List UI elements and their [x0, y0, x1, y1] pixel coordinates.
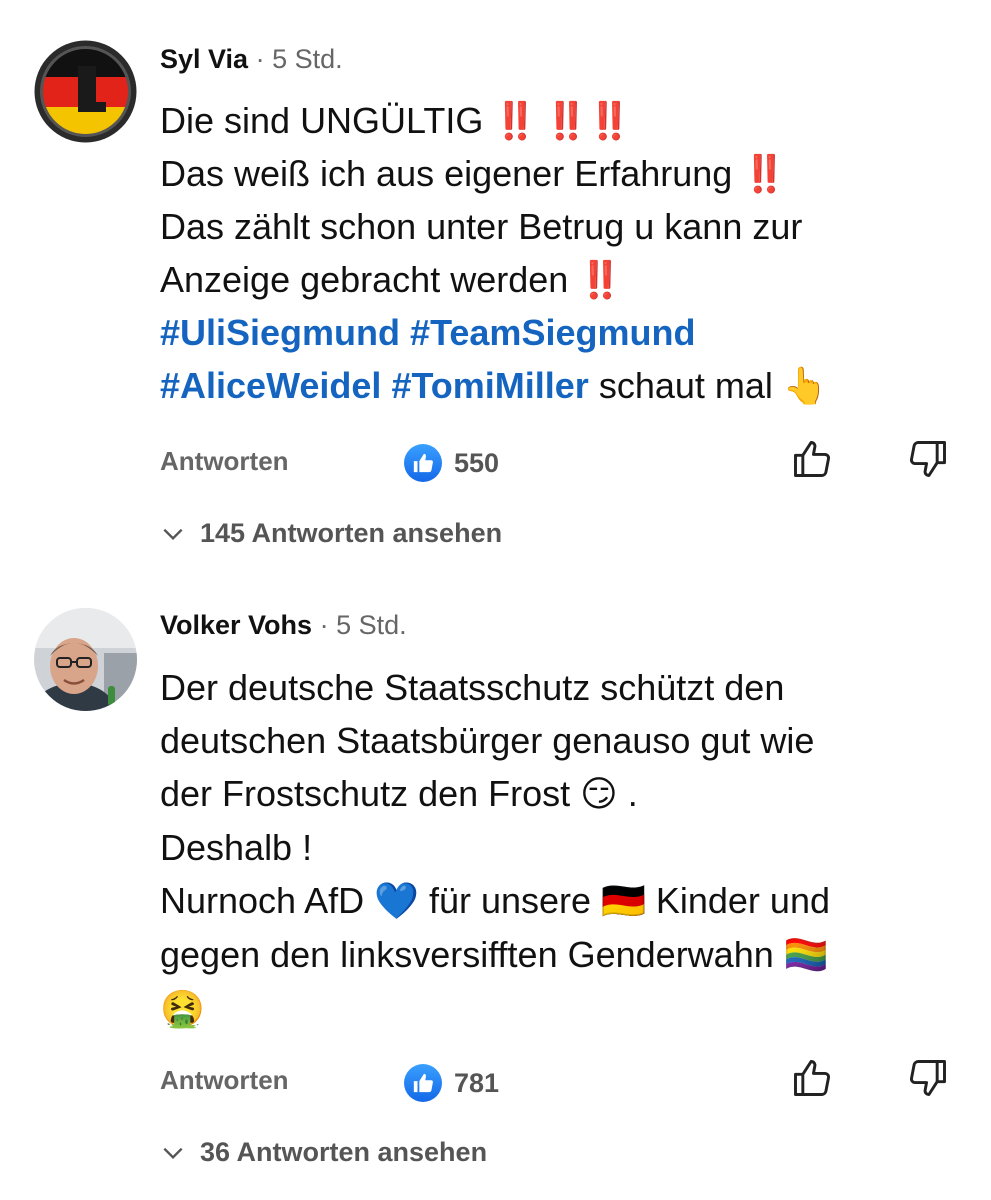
comment-line: gegen den linksversifften Genderwahn 🏳️‍…: [160, 928, 960, 982]
comment: Syl Via · 5 Std. Die sind UNGÜLTIG ‼️ ‼️…: [0, 0, 991, 580]
emoji: 👆: [782, 366, 828, 407]
view-replies-label: 145 Antworten ansehen: [200, 518, 503, 548]
double-exclamation-emoji: ‼️ ‼️‼️: [493, 100, 631, 141]
like-count: 550: [454, 447, 500, 478]
timestamp: 5 Std.: [336, 610, 407, 640]
comment-header: Syl Via · 5 Std.: [160, 44, 343, 75]
comment-body: Der deutsche Staatsschutz schützt den deu…: [160, 661, 960, 1036]
thumb-down-outline-icon[interactable]: [906, 1056, 950, 1100]
comment-text: Nurnoch AfD: [160, 880, 375, 921]
comment-line: Der deutsche Staatsschutz schützt den: [160, 661, 960, 714]
comment: Volker Vohs · 5 Std. Der deutsche Staats…: [0, 580, 991, 1200]
comment-text: Die sind UNGÜLTIG: [160, 100, 494, 141]
comment-text: für unsere: [418, 880, 602, 921]
comment-line: Die sind UNGÜLTIG ‼️ ‼️‼️: [160, 94, 960, 147]
view-replies-button[interactable]: 145 Antworten ansehen: [160, 518, 502, 549]
avatar-image: [34, 40, 137, 143]
view-replies-button[interactable]: 36 Antworten ansehen: [160, 1137, 487, 1168]
comment-line: Deshalb !: [160, 821, 960, 874]
comment-text: schaut mal: [588, 365, 783, 406]
double-exclamation-emoji: ‼️: [578, 259, 623, 300]
comment-line: deutschen Staatsbürger genauso gut wie: [160, 714, 960, 767]
comment-text: Kinder und: [645, 880, 830, 921]
comment-line: Das weiß ich aus eigener Erfahrung ‼️: [160, 147, 960, 200]
comment-line: Nurnoch AfD 💙 für unsere 🇩🇪 Kinder und: [160, 874, 960, 928]
comment-line: #UliSiegmund #TeamSiegmund: [160, 306, 960, 359]
emoji: 😏: [580, 774, 618, 815]
double-exclamation-emoji: ‼️: [742, 153, 787, 194]
emoji: 🇩🇪: [601, 881, 646, 922]
like-summary[interactable]: 781: [404, 1063, 499, 1103]
reply-button[interactable]: Antworten: [160, 446, 289, 477]
separator-dot: ·: [319, 610, 337, 640]
comment-text: [381, 365, 391, 406]
avatar[interactable]: [34, 608, 137, 711]
thumbs-up-icon: [404, 1064, 442, 1102]
emoji: 🤮: [160, 989, 205, 1030]
comment-line: Das zählt schon unter Betrug u kann zur: [160, 200, 960, 253]
avatar-image: [34, 608, 137, 711]
like-summary[interactable]: 550: [404, 443, 499, 483]
comment-text: Das weiß ich aus eigener Erfahrung: [160, 153, 743, 194]
comment-text: [400, 312, 410, 353]
comment-text: deutschen Staatsbürger genauso gut wie: [160, 720, 815, 761]
comment-line: Anzeige gebracht werden ‼️: [160, 253, 960, 306]
comment-line: #AliceWeidel #TomiMiller schaut mal 👆: [160, 359, 960, 413]
chevron-down-icon: [163, 528, 183, 540]
hashtag-link[interactable]: #TeamSiegmund: [410, 312, 695, 353]
emoji: 💙: [374, 881, 419, 922]
thumb-up-outline-icon[interactable]: [790, 1056, 834, 1100]
comment-line: der Frostschutz den Frost 😏 .: [160, 767, 960, 821]
author-name[interactable]: Volker Vohs: [160, 610, 312, 640]
comment-text: Der deutsche Staatsschutz schützt den: [160, 667, 785, 708]
thumbs-up-icon: [404, 444, 442, 482]
emoji: 🏳️‍🌈: [783, 935, 829, 976]
timestamp: 5 Std.: [272, 44, 343, 74]
avatar[interactable]: [34, 40, 137, 143]
thumb-down-outline-icon[interactable]: [906, 437, 950, 481]
comment-header: Volker Vohs · 5 Std.: [160, 610, 407, 641]
reply-button[interactable]: Antworten: [160, 1065, 289, 1096]
chevron-down-icon: [163, 1147, 183, 1159]
thumb-up-outline-icon[interactable]: [790, 437, 834, 481]
comment-text: Das zählt schon unter Betrug u kann zur: [160, 206, 803, 247]
comment-text: .: [617, 773, 638, 814]
comment-body: Die sind UNGÜLTIG ‼️ ‼️‼️ Das weiß ich au…: [160, 94, 960, 413]
like-count: 781: [454, 1067, 500, 1098]
comment-line: 🤮: [160, 982, 960, 1036]
comment-text: Anzeige gebracht werden: [160, 259, 579, 300]
hashtag-link[interactable]: #TomiMiller: [391, 365, 588, 406]
comment-text: Deshalb !: [160, 827, 313, 868]
comment-text: gegen den linksversifften Genderwahn: [160, 934, 784, 975]
separator-dot: ·: [255, 44, 273, 74]
author-name[interactable]: Syl Via: [160, 44, 248, 74]
comment-text: der Frostschutz den Frost: [160, 773, 581, 814]
view-replies-label: 36 Antworten ansehen: [200, 1137, 488, 1167]
hashtag-link[interactable]: #AliceWeidel: [160, 365, 381, 406]
hashtag-link[interactable]: #UliSiegmund: [160, 312, 400, 353]
